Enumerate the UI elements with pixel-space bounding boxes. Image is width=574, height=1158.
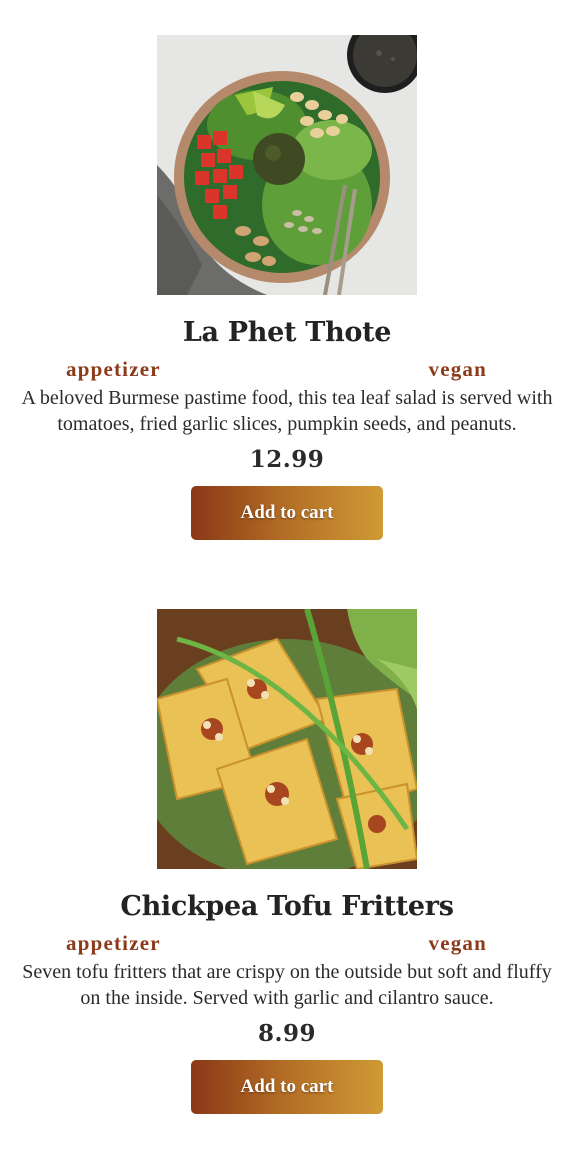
- tea-leaf-salad-photo: [157, 35, 417, 295]
- add-to-cart-button[interactable]: Add to cart: [191, 486, 383, 540]
- item-description: A beloved Burmese pastime food, this tea…: [21, 387, 553, 435]
- item-tags: appetizer vegan: [0, 929, 574, 957]
- item-price: 8.99: [257, 1020, 317, 1047]
- add-to-cart-button[interactable]: Add to cart: [191, 1060, 383, 1114]
- diet-tag: vegan: [428, 931, 487, 955]
- diet-tag: vegan: [428, 357, 487, 381]
- menu-item-la-phet-thote: La Phet Thote appetizer vegan A beloved …: [0, 35, 574, 540]
- menu-item-chickpea-tofu-fritters: Chickpea Tofu Fritters appetizer vegan S…: [0, 609, 574, 1114]
- item-title: Chickpea Tofu Fritters: [120, 891, 454, 922]
- item-description: Seven tofu fritters that are crispy on t…: [22, 961, 552, 1009]
- item-price: 12.99: [249, 446, 325, 473]
- item-tags: appetizer vegan: [0, 355, 574, 383]
- tofu-fritters-photo: [157, 609, 417, 869]
- course-tag: appetizer: [66, 931, 161, 955]
- item-title: La Phet Thote: [182, 317, 392, 348]
- course-tag: appetizer: [66, 357, 161, 381]
- menu-list: La Phet Thote appetizer vegan A beloved …: [0, 0, 574, 1158]
